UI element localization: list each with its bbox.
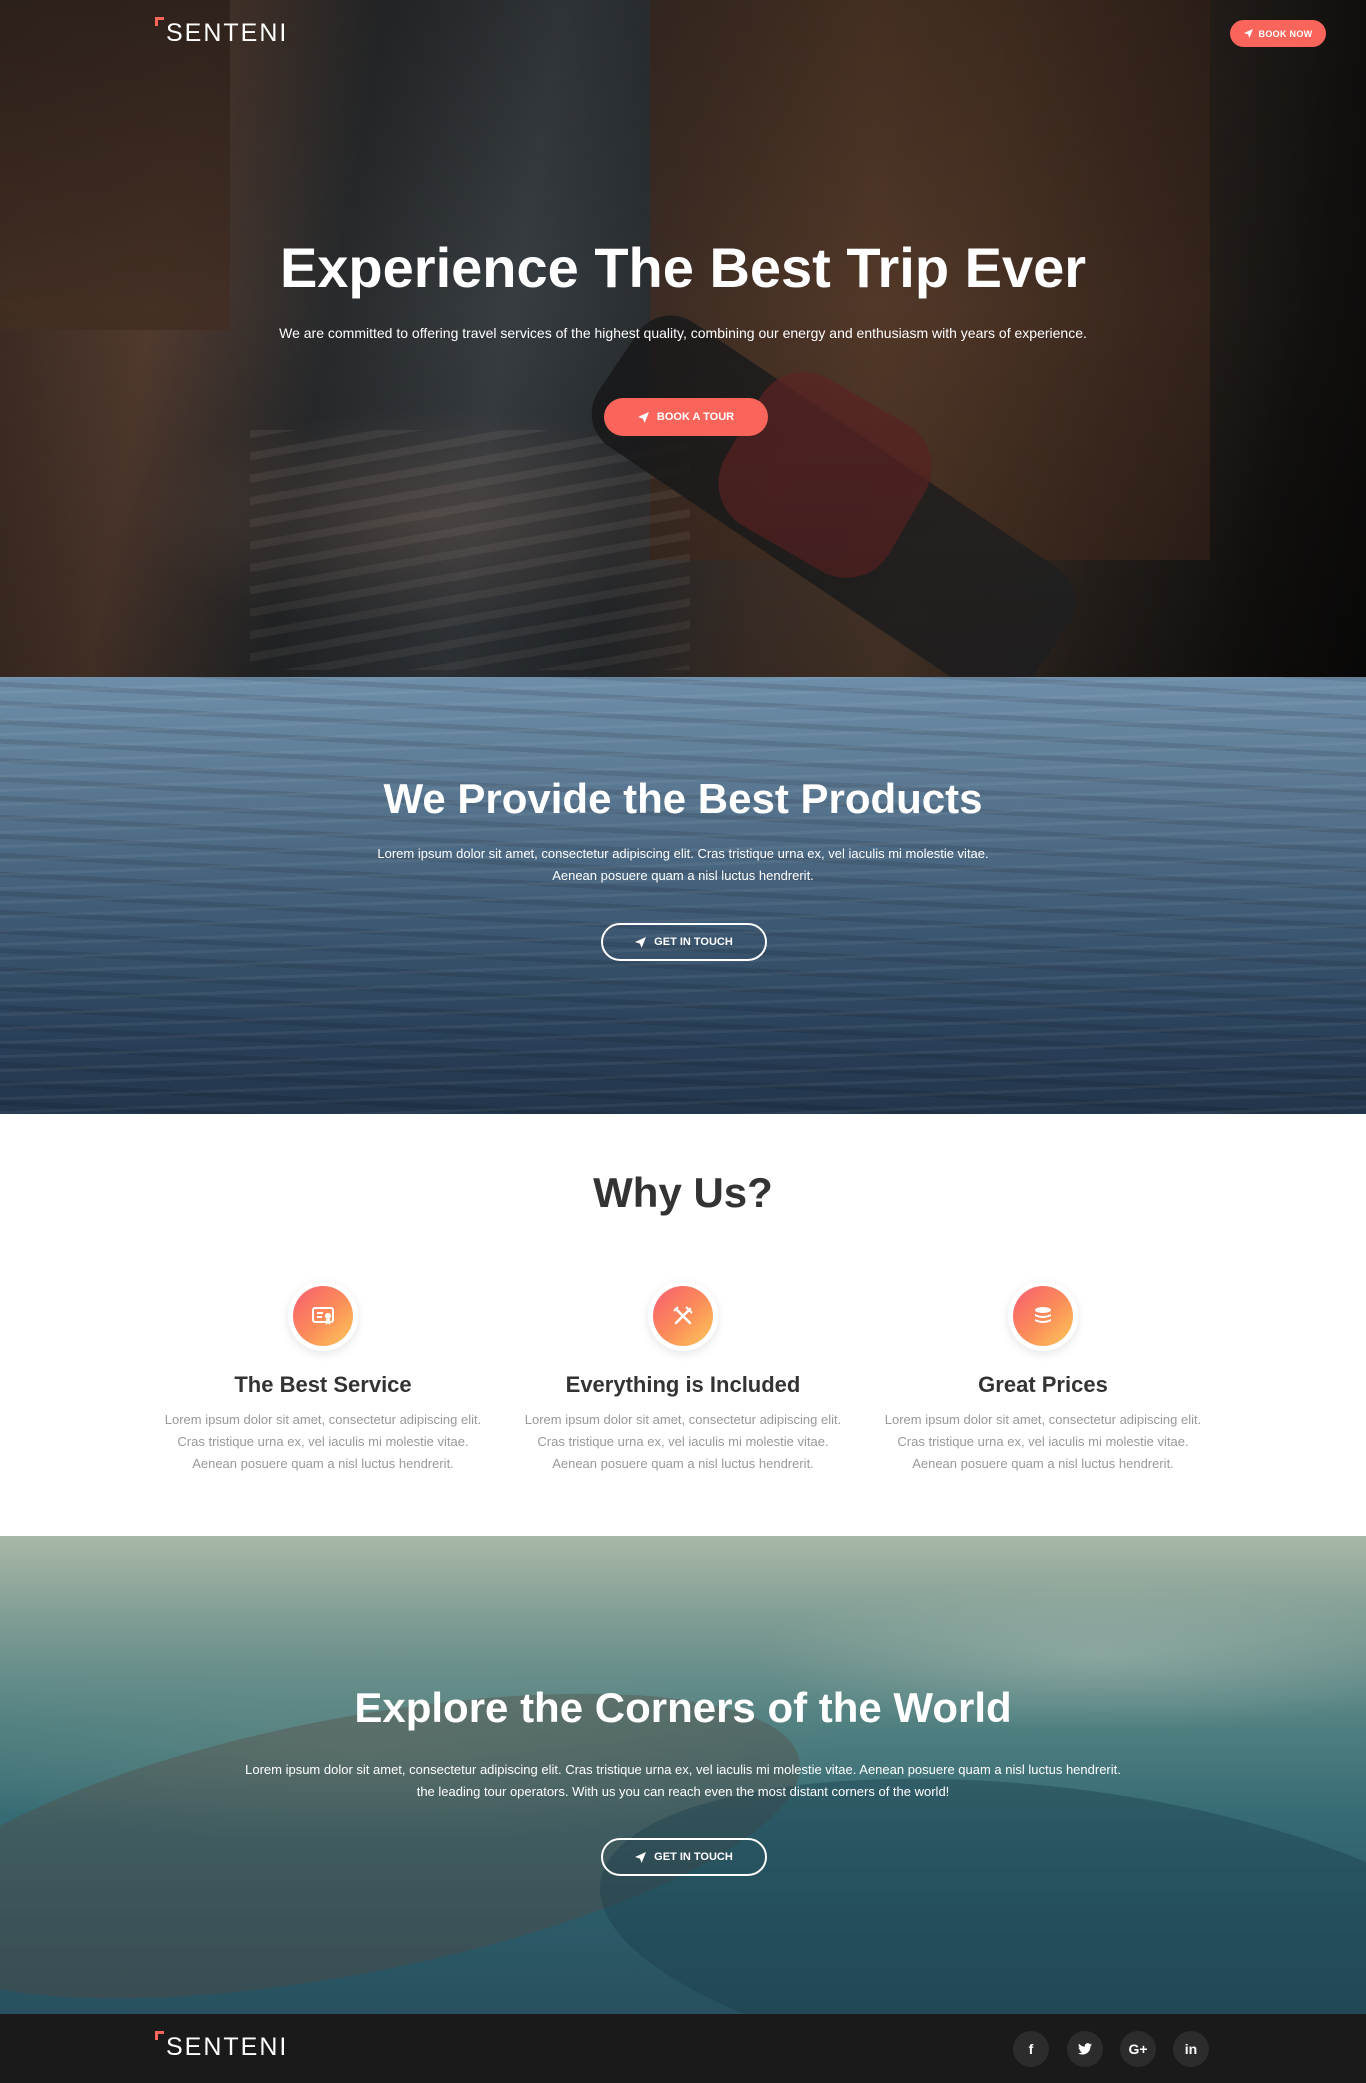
paper-plane-icon: [637, 411, 649, 423]
facebook-icon[interactable]: f: [1013, 2031, 1049, 2067]
logo-text: SENTENI: [166, 2033, 289, 2061]
hero-title: Experience The Best Trip Ever: [279, 236, 1087, 299]
fork-knife-icon: [653, 1286, 713, 1346]
feature-text: Lorem ipsum dolor sit amet, consectetur …: [524, 1412, 842, 1471]
products-text: Lorem ipsum dolor sit amet, consectetur …: [377, 846, 989, 883]
paper-plane-icon: [635, 936, 647, 948]
get-in-touch-label: GET IN TOUCH: [654, 936, 733, 948]
header-logo[interactable]: SENTENI: [155, 17, 288, 46]
products-section: We Provide the Best Products Lorem ipsum…: [0, 677, 1366, 1114]
book-now-button[interactable]: BOOK NOW: [1230, 20, 1326, 47]
explore-text: Lorem ipsum dolor sit amet, consectetur …: [245, 1762, 1121, 1799]
get-in-touch-button[interactable]: GET IN TOUCH: [601, 1838, 767, 1876]
feature-card: The Best Service Lorem ipsum dolor sit a…: [158, 1281, 488, 1475]
book-now-label: BOOK NOW: [1258, 28, 1313, 39]
certificate-icon: [293, 1286, 353, 1346]
feature-card: Everything is Included Lorem ipsum dolor…: [518, 1281, 848, 1475]
coins-icon: [1013, 1286, 1073, 1346]
paper-plane-icon: [635, 1851, 647, 1863]
feature-text: Lorem ipsum dolor sit amet, consectetur …: [884, 1412, 1202, 1471]
feature-text: Lorem ipsum dolor sit amet, consectetur …: [164, 1412, 482, 1471]
linkedin-icon[interactable]: in: [1173, 2031, 1209, 2067]
book-a-tour-label: BOOK A TOUR: [656, 411, 735, 423]
book-a-tour-button[interactable]: BOOK A TOUR: [604, 398, 768, 436]
explore-section: Explore the Corners of the World Lorem i…: [0, 1536, 1366, 2014]
paper-plane-icon: [1243, 29, 1253, 38]
logo-mark-icon: [155, 2031, 164, 2040]
feature-title: Great Prices: [978, 1372, 1108, 1397]
get-in-touch-button[interactable]: GET IN TOUCH: [601, 923, 767, 961]
twitter-icon[interactable]: [1067, 2031, 1103, 2067]
feature-title: The Best Service: [234, 1372, 412, 1397]
hero-subtitle: We are committed to offering travel serv…: [279, 325, 1087, 341]
explore-title: Explore the Corners of the World: [354, 1684, 1012, 1731]
logo-mark-icon: [155, 17, 164, 26]
footer: SENTENI f G+ in: [0, 2014, 1366, 2083]
why-us-section: Why Us? The Best Service Lorem ipsum dol…: [0, 1114, 1366, 1536]
logo-text: SENTENI: [166, 19, 289, 47]
feature-title: Everything is Included: [565, 1372, 801, 1397]
footer-logo[interactable]: SENTENI: [155, 2031, 288, 2060]
hero-section: SENTENI BOOK NOW Experience The Best Tri…: [0, 0, 1366, 677]
google-plus-icon[interactable]: G+: [1120, 2031, 1156, 2067]
feature-card: Great Prices Lorem ipsum dolor sit amet,…: [878, 1281, 1208, 1475]
get-in-touch-label: GET IN TOUCH: [654, 1851, 733, 1863]
products-title: We Provide the Best Products: [383, 775, 983, 822]
why-us-title: Why Us?: [593, 1169, 773, 1216]
